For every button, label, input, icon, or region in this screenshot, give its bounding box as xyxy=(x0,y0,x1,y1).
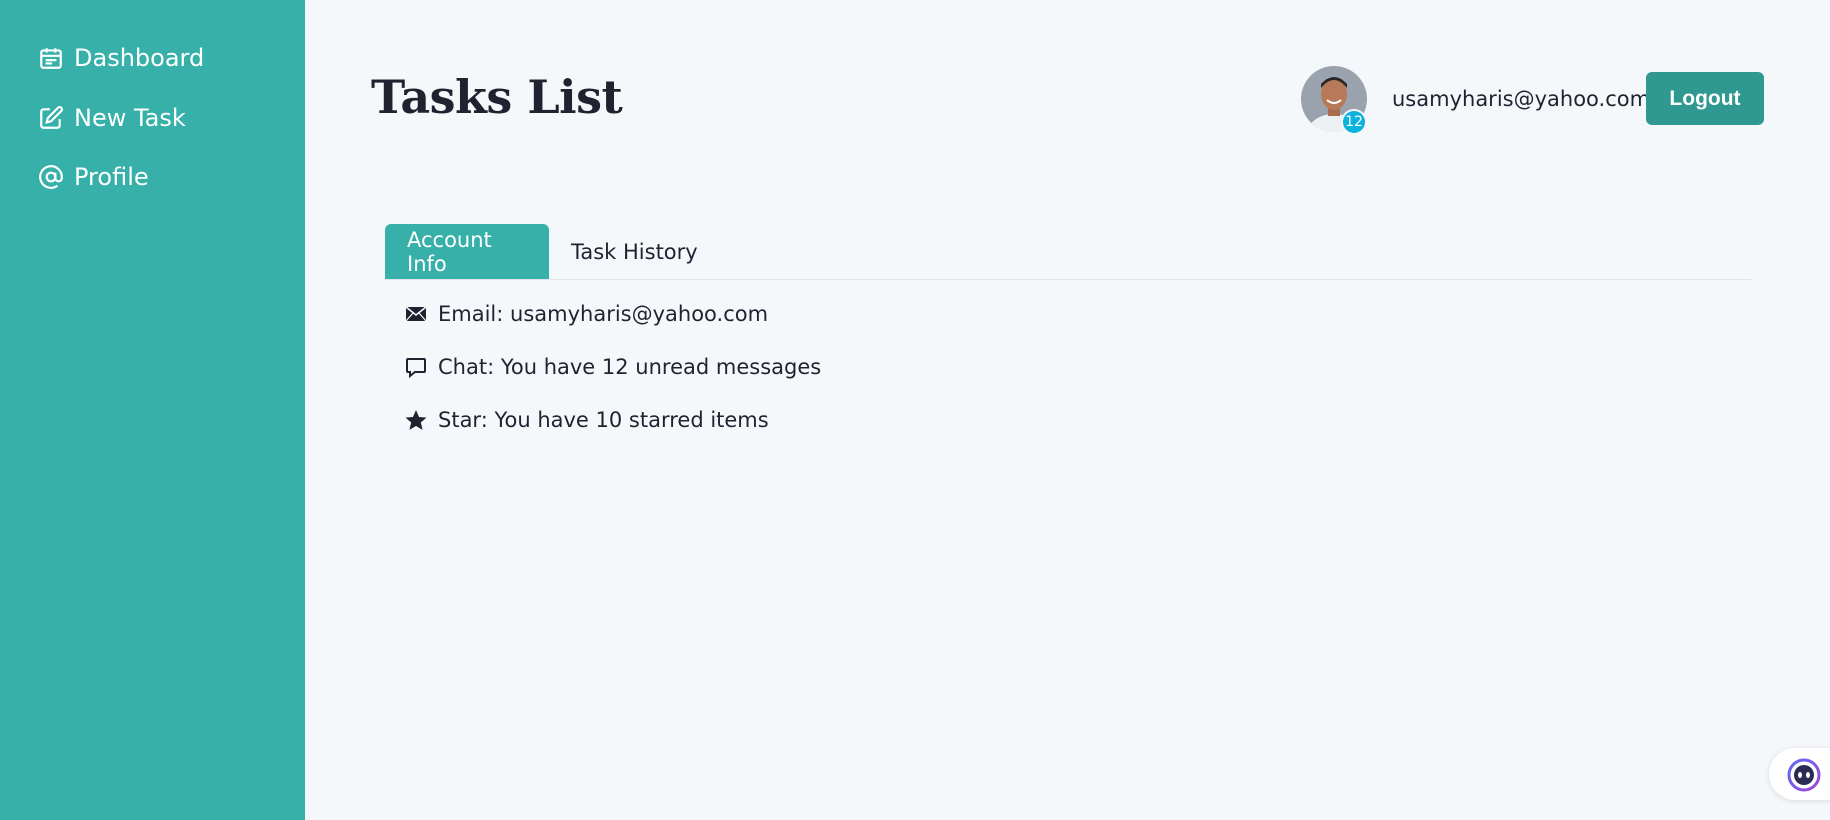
info-star-text: Star: You have 10 starred items xyxy=(438,408,769,432)
sidebar: Dashboard New Task Profile xyxy=(0,0,305,820)
notification-badge: 12 xyxy=(1341,109,1367,135)
at-icon xyxy=(39,165,63,189)
assistant-bot-icon xyxy=(1787,758,1821,792)
sidebar-item-label: Profile xyxy=(74,163,149,191)
tab-account-info[interactable]: Account Info xyxy=(385,224,549,279)
info-row-chat: Chat: You have 12 unread messages xyxy=(404,355,821,379)
tab-bar: Account Info Task History xyxy=(385,224,1751,280)
info-row-star: Star: You have 10 starred items xyxy=(404,408,769,432)
logout-button[interactable]: Logout xyxy=(1646,72,1764,125)
tab-task-history[interactable]: Task History xyxy=(549,224,720,279)
avatar[interactable]: 12 xyxy=(1301,66,1367,135)
calendar-icon xyxy=(40,48,62,69)
info-chat-text: Chat: You have 12 unread messages xyxy=(438,355,822,379)
star-icon xyxy=(405,410,427,430)
sidebar-item-label: New Task xyxy=(74,104,186,132)
edit-icon xyxy=(40,106,63,129)
sidebar-item-new-task[interactable]: New Task xyxy=(38,104,186,132)
page-title: Tasks List xyxy=(371,70,623,124)
user-email: usamyharis@yahoo.com xyxy=(1392,87,1651,111)
chat-icon xyxy=(406,358,426,379)
envelope-icon xyxy=(405,306,427,322)
sidebar-item-label: Dashboard xyxy=(74,44,205,72)
sidebar-item-profile[interactable]: Profile xyxy=(38,163,149,191)
info-row-email: Email: usamyharis@yahoo.com xyxy=(404,302,768,326)
info-email-text: Email: usamyharis@yahoo.com xyxy=(438,302,769,326)
sidebar-item-dashboard[interactable]: Dashboard xyxy=(38,44,204,72)
assistant-widget[interactable] xyxy=(1769,748,1830,800)
